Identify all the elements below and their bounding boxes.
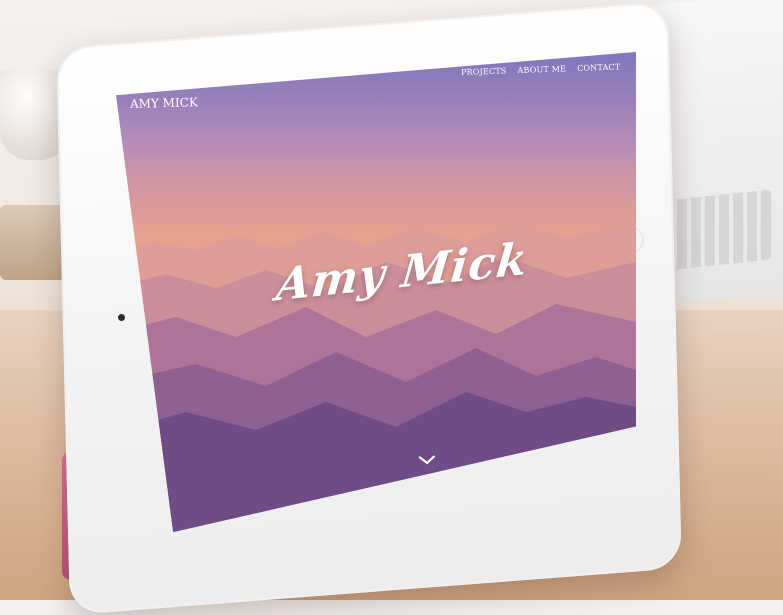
nav-contact-link[interactable]: CONTACT <box>577 62 621 73</box>
site-logo[interactable]: AMY MICK <box>130 95 198 111</box>
nav-about-me-link[interactable]: ABOUT ME <box>517 64 566 75</box>
background-keyboard <box>663 189 773 271</box>
camera-dot-icon <box>118 314 125 321</box>
chevron-down-icon[interactable] <box>418 454 437 467</box>
nav-projects-link[interactable]: PROJECTS <box>461 66 507 77</box>
